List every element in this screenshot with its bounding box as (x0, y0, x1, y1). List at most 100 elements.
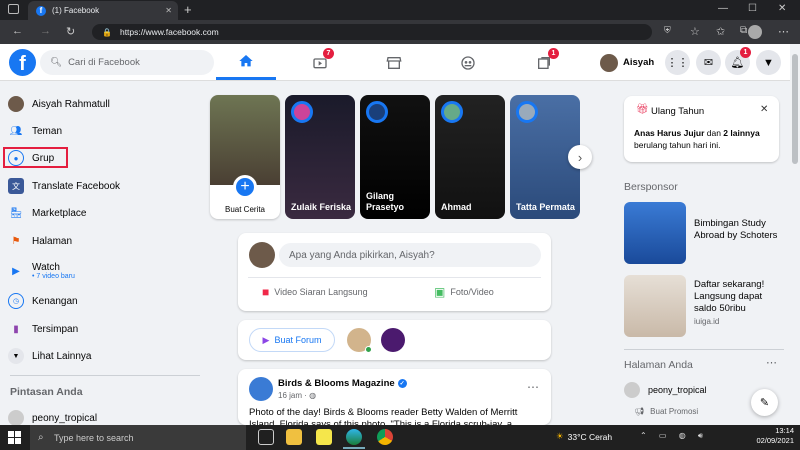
browser-tab[interactable]: f (1) Facebook ✕ (28, 1, 178, 20)
sidebar-item-pages[interactable]: ⚑ Halaman (8, 229, 208, 253)
chrome-icon[interactable] (377, 429, 393, 445)
taskbar-search-input[interactable]: ⌕ Type here to search (30, 425, 246, 450)
sidebar-item-marketplace[interactable]: 🏪︎ Marketplace (8, 201, 208, 225)
new-message-button[interactable]: ✎ (751, 389, 778, 416)
watch-icon: ▶ (12, 265, 20, 277)
scrollbar-thumb[interactable] (792, 54, 798, 164)
live-video-icon: ■ (262, 285, 270, 299)
groups-icon: ● (8, 150, 24, 166)
windows-start-icon[interactable] (8, 431, 21, 444)
watch-new-videos: • 7 video baru (32, 273, 75, 280)
clock-time: 13:14 (775, 426, 794, 435)
tray-icons[interactable]: ⌃ ▭ ◍ 🔊︎ (640, 431, 708, 441)
menu-grid-icon[interactable]: ⋮⋮ (665, 50, 690, 75)
task-view-icon[interactable] (258, 429, 274, 445)
tab-gaming[interactable]: 1 (514, 45, 574, 80)
sun-icon: ☀ (556, 431, 564, 441)
your-pages-options-icon[interactable]: ⋯ (766, 356, 777, 369)
post-options-icon[interactable]: ⋯ (527, 380, 539, 394)
story-name: Ahmad (441, 202, 472, 212)
right-divider (624, 349, 784, 350)
birthday-title: Ulang Tahun (651, 106, 705, 117)
composer-divider (248, 277, 541, 278)
ad-1[interactable]: Bimbingan Study Abroad by Schoters (624, 202, 784, 265)
notifications-badge: 1 (740, 47, 751, 58)
sidebar-item-groups[interactable]: ● Grup (8, 146, 208, 170)
stories-next-button[interactable]: › (568, 145, 592, 169)
collections-icon[interactable]: ⧉ (740, 25, 747, 36)
edge-icon[interactable] (346, 429, 362, 445)
sidebar-item-see-more[interactable]: ▼ Lihat Lainnya (8, 344, 208, 368)
avatar (291, 101, 313, 123)
address-bar[interactable]: 🔒 https://www.facebook.com (92, 24, 652, 40)
sidebar-item-profile[interactable]: Aisyah Rahmatull (8, 92, 208, 116)
maximize-icon[interactable]: ☐ (748, 3, 757, 14)
composer-input[interactable]: Apa yang Anda pikirkan, Aisyah? (279, 243, 541, 267)
promote-label: Buat Promosi (650, 407, 699, 416)
tab-marketplace[interactable] (364, 45, 424, 80)
sticky-notes-icon[interactable] (316, 429, 332, 445)
avatar (600, 53, 618, 72)
page-avatar[interactable] (249, 377, 273, 401)
globe-icon: ◍ (309, 391, 317, 400)
tab-actions-icon[interactable] (8, 4, 19, 14)
file-explorer-icon[interactable] (286, 429, 302, 445)
promote-button[interactable]: 📢︎ Buat Promosi (634, 407, 698, 416)
profile-chip[interactable]: Aisyah (600, 50, 654, 75)
close-icon[interactable]: ✕ (760, 104, 768, 115)
avatar[interactable] (381, 328, 405, 352)
home-icon (239, 55, 253, 67)
photo-video-button[interactable]: ▣ Foto/Video (434, 283, 494, 301)
ad-2[interactable]: Daftar sekarang! Langsung dapat saldo 50… (624, 275, 784, 338)
lock-icon: 🔒 (102, 27, 112, 37)
birthday-others: 2 lainnya (723, 128, 760, 138)
url-text: https://www.facebook.com (119, 27, 219, 37)
tab-home[interactable] (216, 45, 276, 80)
sidebar-item-translate[interactable]: 文 Translate Facebook (8, 174, 208, 198)
story-card[interactable]: Gilang Prasetyo (360, 95, 430, 219)
ad-domain: iuiga.id (694, 317, 720, 326)
sidebar-item-memories[interactable]: ◷ Kenangan (8, 289, 208, 313)
new-tab-icon[interactable]: + (184, 2, 192, 17)
window-close-icon[interactable]: ✕ (778, 3, 786, 14)
account-dropdown-icon[interactable]: ▼ (756, 50, 781, 75)
sidebar-item-label: Translate Facebook (32, 180, 121, 192)
sidebar-item-friends[interactable]: 👥︎ Teman (8, 119, 208, 143)
groups-icon (461, 55, 475, 70)
facebook-logo-icon[interactable]: f (9, 49, 36, 76)
tracking-icon[interactable]: ⛨ (664, 25, 671, 36)
video-plus-icon: ▶ (262, 334, 270, 345)
search-input[interactable]: 🔍︎ Cari di Facebook (40, 50, 214, 75)
sidebar-divider (10, 375, 200, 376)
flag-icon: ⚑ (11, 235, 21, 247)
story-card[interactable]: Zulaik Feriska (285, 95, 355, 219)
ad-image (624, 275, 686, 337)
story-create[interactable]: + Buat Cerita (210, 95, 280, 219)
clock[interactable]: 13:14 02/09/2021 (756, 426, 794, 446)
chevron-down-icon: ▼ (8, 348, 24, 364)
forward-icon[interactable]: → (40, 25, 51, 37)
clock-date: 02/09/2021 (756, 436, 794, 445)
tab-groups[interactable] (438, 45, 498, 80)
story-card[interactable]: Ahmad (435, 95, 505, 219)
post-page-name-text: Birds & Blooms Magazine (278, 378, 395, 389)
create-room-button[interactable]: ▶ Buat Forum (249, 328, 335, 352)
live-video-button[interactable]: ■ Video Siaran Langsung (262, 283, 368, 301)
favorite-star-icon[interactable]: ☆ (690, 25, 700, 38)
weather-widget[interactable]: ☀ 33°C Cerah (556, 431, 612, 442)
sidebar-item-watch[interactable]: ▶ Watch • 7 video baru (8, 258, 208, 284)
scrollbar[interactable] (790, 44, 800, 425)
search-placeholder: Cari di Facebook (68, 57, 140, 68)
browser-menu-icon[interactable]: ⋯ (778, 25, 789, 38)
close-tab-icon[interactable]: ✕ (165, 6, 172, 15)
messenger-icon[interactable]: ✉ (696, 50, 721, 75)
birthday-name: Anas Harus Jujur (634, 128, 705, 138)
minimize-icon[interactable]: — (718, 3, 728, 14)
back-icon[interactable]: ← (12, 25, 23, 37)
post-page-name[interactable]: Birds & Blooms Magazine ✓ (278, 378, 407, 389)
favorites-icon[interactable]: ✩ (716, 25, 725, 38)
browser-profile-icon[interactable] (748, 25, 762, 39)
tab-watch[interactable]: 7 (290, 45, 350, 80)
sidebar-item-saved[interactable]: ▮ Tersimpan (8, 317, 208, 341)
reload-icon[interactable]: ↻ (66, 25, 75, 38)
